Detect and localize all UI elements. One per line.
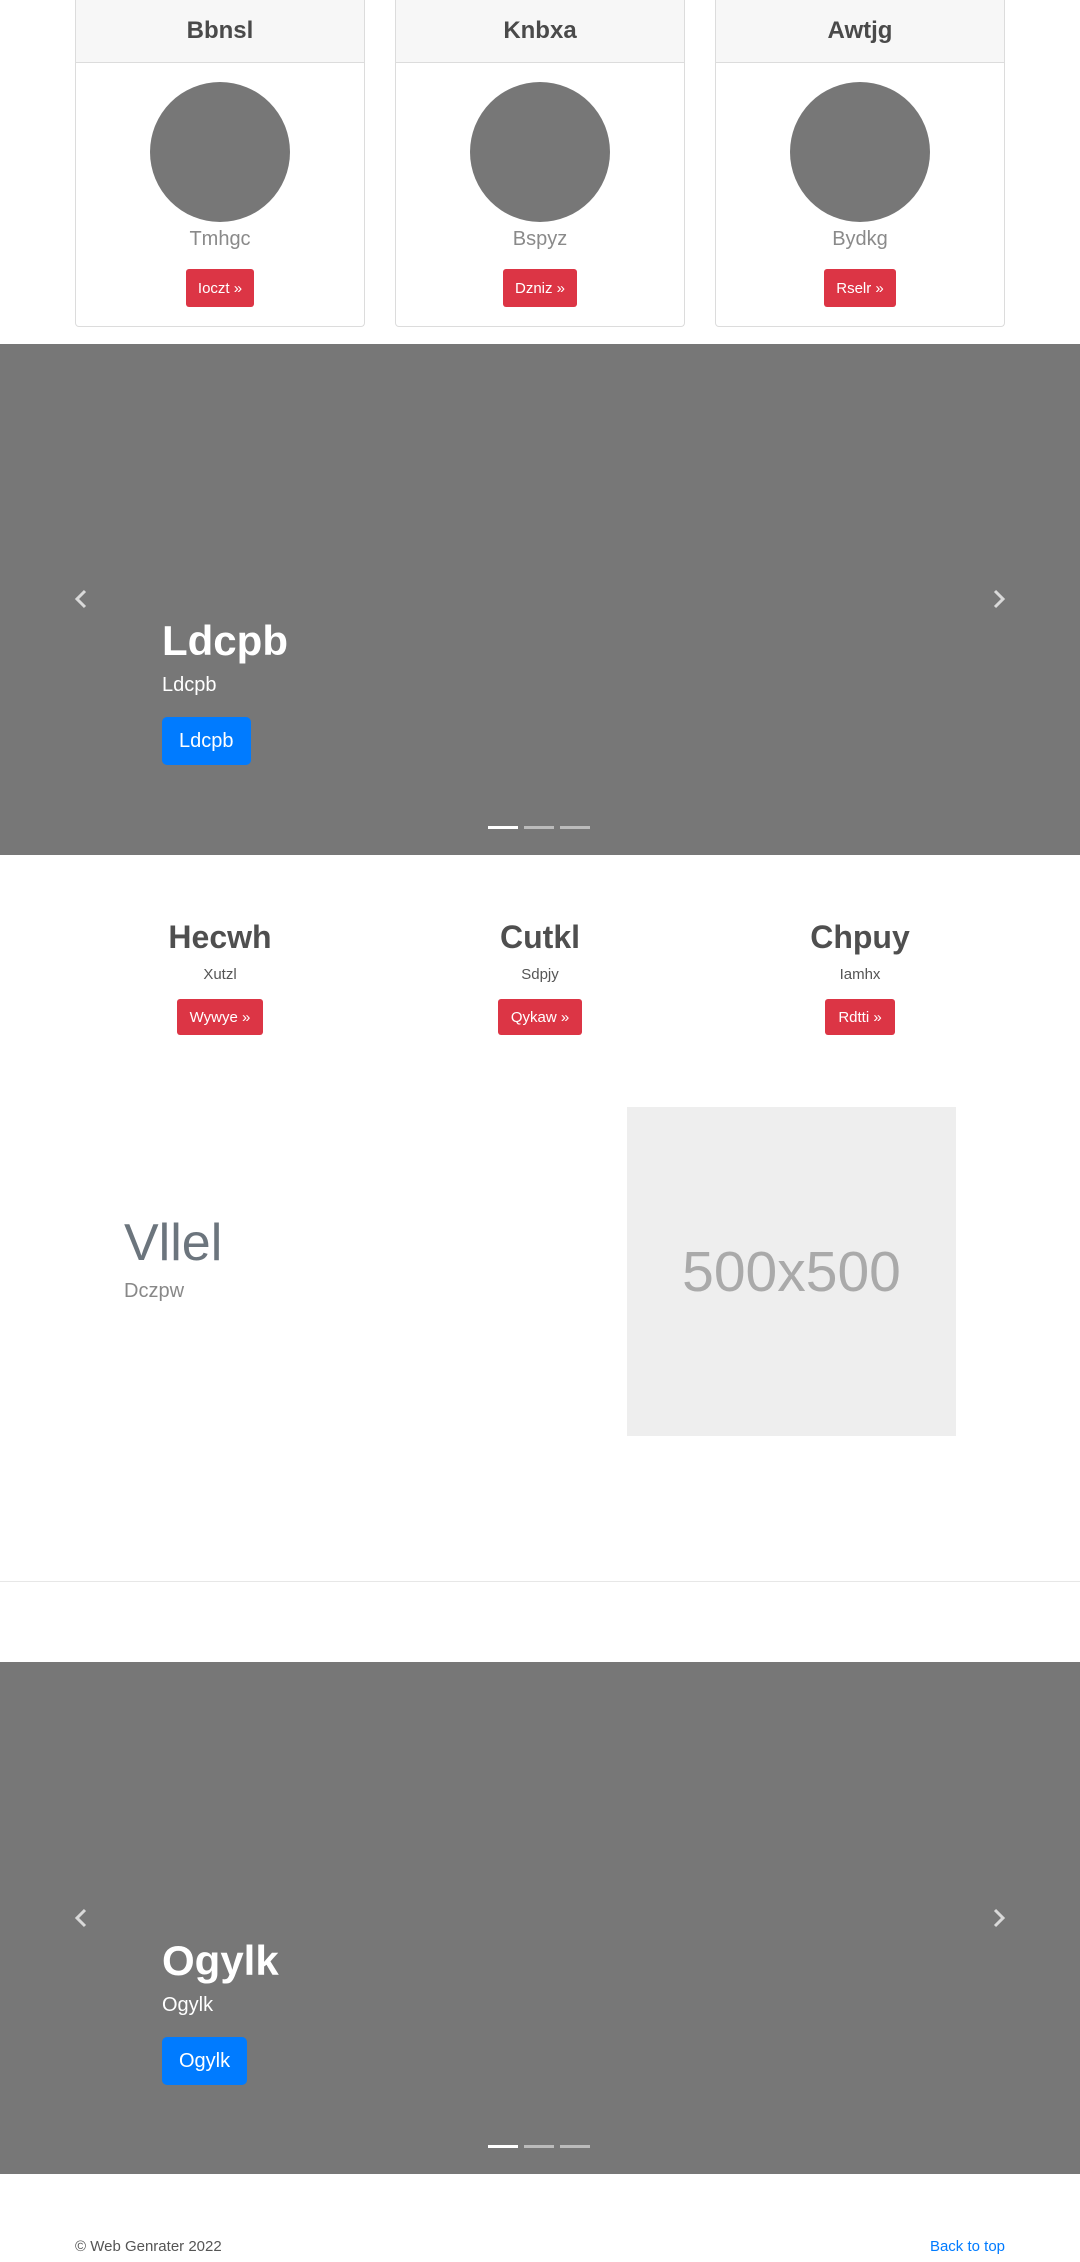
carousel-next-button[interactable] bbox=[979, 1898, 1019, 1938]
feature-1: Hecwh Xutzl Wywye » bbox=[60, 918, 380, 1036]
carousel-subtitle: Ldcpb bbox=[162, 674, 217, 697]
carousel-caption: Ogylk Ogylk Ogylk bbox=[162, 1936, 279, 2086]
card-button[interactable]: Dzniz » bbox=[502, 269, 578, 307]
avatar bbox=[470, 82, 610, 222]
avatar bbox=[790, 82, 930, 222]
card-header: Bbnsl bbox=[76, 0, 364, 63]
carousel-2: Ogylk Ogylk Ogylk bbox=[0, 1662, 1080, 2174]
carousel-indicators bbox=[488, 826, 590, 829]
feature-title: Cutkl bbox=[500, 919, 580, 955]
card-name: Bydkg bbox=[832, 228, 888, 250]
carousel-1: Ldcpb Ldcpb Ldcpb bbox=[0, 344, 1080, 855]
card-name: Bspyz bbox=[512, 228, 568, 250]
carousel-button[interactable]: Ogylk bbox=[162, 2037, 248, 2086]
carousel-title: Ogylk bbox=[162, 1937, 279, 1984]
profile-card-3: Awtjg Bydkg Rselr » bbox=[715, 0, 1005, 327]
feature-text: Xutzl bbox=[203, 966, 237, 984]
carousel-indicator[interactable] bbox=[488, 2145, 518, 2148]
carousel-button[interactable]: Ldcpb bbox=[162, 717, 251, 766]
feature-button[interactable]: Qykaw » bbox=[497, 999, 583, 1036]
card-header: Awtjg bbox=[716, 0, 1004, 63]
carousel-indicator[interactable] bbox=[560, 2145, 590, 2148]
carousel-indicators bbox=[488, 2145, 590, 2148]
chevron-right-icon bbox=[993, 1908, 1006, 1928]
card-header: Knbxa bbox=[396, 0, 684, 63]
feature-2: Cutkl Sdpjy Qykaw » bbox=[380, 918, 700, 1036]
chevron-left-icon bbox=[74, 589, 87, 609]
feature-button[interactable]: Rdtti » bbox=[825, 999, 895, 1036]
hero-title: Vllel bbox=[124, 1214, 223, 1272]
carousel-next-button[interactable] bbox=[979, 579, 1019, 619]
carousel-caption: Ldcpb Ldcpb Ldcpb bbox=[162, 616, 288, 766]
avatar bbox=[150, 82, 290, 222]
carousel-subtitle: Ogylk bbox=[162, 1994, 214, 2017]
carousel-title: Ldcpb bbox=[162, 617, 288, 664]
carousel-indicator[interactable] bbox=[524, 2145, 554, 2148]
carousel-indicator[interactable] bbox=[560, 826, 590, 829]
placeholder-image: 500x500 bbox=[627, 1107, 956, 1436]
card-button[interactable]: Rselr » bbox=[824, 269, 896, 307]
chevron-left-icon bbox=[74, 1908, 87, 1928]
feature-title: Hecwh bbox=[168, 919, 272, 955]
carousel-prev-button[interactable] bbox=[61, 579, 101, 619]
chevron-right-icon bbox=[993, 589, 1006, 609]
back-to-top-link[interactable]: Back to top bbox=[930, 2238, 1005, 2255]
feature-text: Sdpjy bbox=[521, 966, 559, 984]
carousel-indicator[interactable] bbox=[524, 826, 554, 829]
card-button[interactable]: Ioczt » bbox=[185, 269, 255, 307]
feature-button[interactable]: Wywye » bbox=[176, 999, 264, 1036]
divider bbox=[0, 1581, 1080, 1582]
carousel-indicator[interactable] bbox=[488, 826, 518, 829]
card-name: Tmhgc bbox=[189, 228, 251, 250]
carousel-prev-button[interactable] bbox=[61, 1898, 101, 1938]
feature-3: Chpuy Iamhx Rdtti » bbox=[700, 918, 1020, 1036]
profile-card-2: Knbxa Bspyz Dzniz » bbox=[395, 0, 685, 327]
footer-copyright: © Web Genrater 2022 bbox=[75, 2238, 222, 2255]
feature-text: Iamhx bbox=[839, 966, 881, 984]
profile-card-1: Bbnsl Tmhgc Ioczt » bbox=[75, 0, 365, 327]
hero-subtitle: Dczpw bbox=[124, 1280, 185, 1302]
feature-title: Chpuy bbox=[810, 919, 910, 955]
